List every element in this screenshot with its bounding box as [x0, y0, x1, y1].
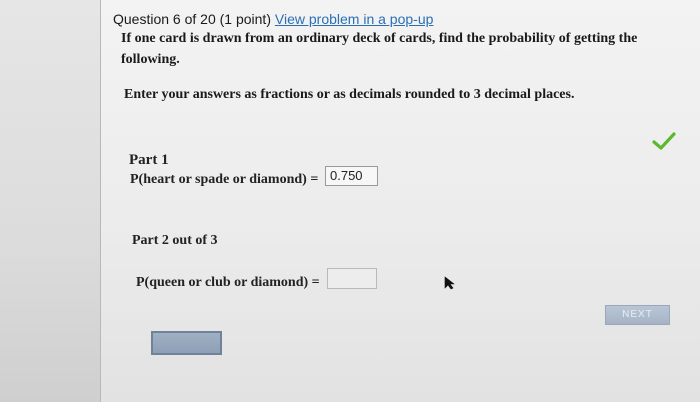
- part1-label: Part 1: [129, 152, 169, 168]
- part2-label: Part 2 out of 3: [132, 233, 218, 248]
- green-check-icon: [652, 132, 676, 150]
- problem-prompt: If one card is drawn from an ordinary de…: [121, 31, 638, 67]
- question-number: Question 6 of 20 (1 point): [113, 11, 271, 27]
- part1-answer-field[interactable]: 0.750: [325, 166, 378, 186]
- submit-button[interactable]: [151, 331, 222, 355]
- mouse-cursor-icon: [444, 276, 455, 290]
- question-header: Question 6 of 20 (1 point) View problem …: [113, 11, 433, 27]
- part2-expression: P(queen or club or diamond) =: [136, 275, 320, 290]
- next-button[interactable]: NEXT: [605, 305, 670, 325]
- answer-instructions: Enter your answers as fractions or as de…: [124, 87, 575, 102]
- view-popup-link[interactable]: View problem in a pop-up: [275, 11, 434, 27]
- part2-answer-field[interactable]: [327, 268, 377, 289]
- part1-expression: P(heart or spade or diamond) =: [130, 172, 319, 187]
